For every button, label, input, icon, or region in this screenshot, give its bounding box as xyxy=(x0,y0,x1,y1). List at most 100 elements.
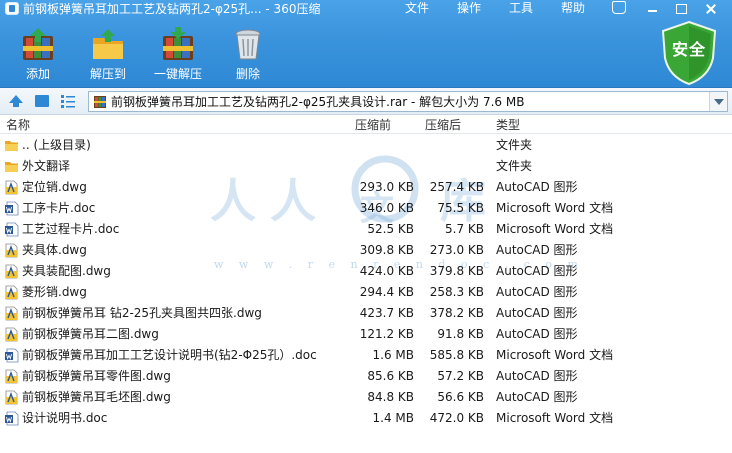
file-row[interactable]: 前钢板弹簧吊耳加工工艺设计说明书(钻2-Φ25孔）.doc 1.6 MB 585.8… xyxy=(0,345,732,366)
maximize-button[interactable] xyxy=(671,1,691,17)
minimize-button[interactable] xyxy=(643,1,663,17)
menu-tools[interactable]: 工具 xyxy=(509,0,533,18)
file-name: 前钢板弹簧吊耳加工工艺设计说明书(钻2-Φ25孔）.doc xyxy=(22,348,317,362)
folder-icon xyxy=(5,162,18,172)
file-name: 设计说明书.doc xyxy=(22,411,108,425)
file-name: 前钢板弹簧吊耳零件图.dwg xyxy=(22,369,171,383)
file-type: AutoCAD 图形 xyxy=(496,264,578,278)
file-row[interactable]: 前钢板弹簧吊耳毛坯图.dwg 84.8 KB 56.6 KB AutoCAD 图形 xyxy=(0,387,732,408)
word-document-icon xyxy=(5,348,19,363)
column-header-name[interactable]: 名称 xyxy=(6,116,30,134)
file-packed-size: 379.8 KB xyxy=(429,264,484,278)
file-row[interactable]: 前钢板弹簧吊耳零件图.dwg 85.6 KB 57.2 KB AutoCAD 图形 xyxy=(0,366,732,387)
security-shield-button[interactable]: 安全 xyxy=(660,20,718,86)
autocad-file-icon xyxy=(5,243,18,258)
column-header-size[interactable]: 压缩前 xyxy=(355,116,391,134)
chevron-down-icon[interactable] xyxy=(709,92,727,111)
close-button[interactable] xyxy=(701,1,721,17)
add-button[interactable]: 添加 xyxy=(3,24,73,84)
file-packed-size: 472.0 KB xyxy=(429,411,484,425)
file-type: Microsoft Word 文档 xyxy=(496,411,614,425)
file-packed-size: 91.8 KB xyxy=(437,327,484,341)
list-header: 名称 压缩前 压缩后 类型 xyxy=(0,116,732,134)
file-row[interactable]: 前钢板弹簧吊耳 钻2-25孔夹具图共四张.dwg 423.7 KB 378.2 KB… xyxy=(0,303,732,324)
file-row[interactable]: 设计说明书.doc 1.4 MB 472.0 KB Microsoft Word 文档 xyxy=(0,408,732,429)
list-view-icon[interactable] xyxy=(60,93,76,109)
trash-icon xyxy=(235,29,261,60)
word-document-icon xyxy=(5,201,19,216)
one-click-extract-button-label: 一键解压 xyxy=(153,67,202,81)
file-packed-size: 273.0 KB xyxy=(429,243,484,257)
file-name: 前钢板弹簧吊耳二图.dwg xyxy=(22,327,159,341)
file-packed-size: 57.2 KB xyxy=(437,369,484,383)
file-type: AutoCAD 图形 xyxy=(496,390,578,404)
file-type: AutoCAD 图形 xyxy=(496,180,578,194)
menu-operation[interactable]: 操作 xyxy=(457,0,481,18)
file-row[interactable]: 工艺过程卡片.doc 52.5 KB 5.7 KB Microsoft Word 文档 xyxy=(0,219,732,240)
skin-shirt-icon[interactable] xyxy=(612,1,626,14)
file-name: 夹具体.dwg xyxy=(22,243,87,257)
file-size: 1.6 MB xyxy=(372,348,414,362)
file-packed-size: 75.5 KB xyxy=(437,201,484,215)
file-name: 前钢板弹簧吊耳毛坯图.dwg xyxy=(22,390,171,404)
path-field[interactable]: 前钢板弹簧吊耳加工工艺及钻两孔2-φ25孔夹具设计.rar - 解包大小为 7.… xyxy=(88,91,728,112)
file-row[interactable]: .. (上级目录) 文件夹 xyxy=(0,135,732,156)
file-packed-size: 378.2 KB xyxy=(429,306,484,320)
file-type: Microsoft Word 文档 xyxy=(496,348,614,362)
one-click-extract-icon xyxy=(163,27,193,60)
file-type: AutoCAD 图形 xyxy=(496,327,578,341)
file-name: 外文翻译 xyxy=(22,159,71,173)
file-type: AutoCAD 图形 xyxy=(496,243,578,257)
extract-to-button[interactable]: 解压到 xyxy=(73,24,143,84)
file-row[interactable]: 菱形销.dwg 294.4 KB 258.3 KB AutoCAD 图形 xyxy=(0,282,732,303)
file-size: 424.0 KB xyxy=(359,264,414,278)
menu-file[interactable]: 文件 xyxy=(405,0,429,18)
file-list: .. (上级目录) 文件夹 外文翻译 文件夹 定位销.dwg 293.0 KB 257.4 … xyxy=(0,135,732,453)
file-row[interactable]: 夹具装配图.dwg 424.0 KB 379.8 KB AutoCAD 图形 xyxy=(0,261,732,282)
word-document-icon xyxy=(5,222,19,237)
file-type: 文件夹 xyxy=(496,138,533,152)
add-books-icon xyxy=(23,28,53,60)
menu-help[interactable]: 帮助 xyxy=(561,0,585,18)
delete-button[interactable]: 删除 xyxy=(213,24,283,84)
file-name: 工序卡片.doc xyxy=(22,201,96,215)
file-size xyxy=(350,135,414,156)
folder-icon xyxy=(5,141,18,151)
autocad-file-icon xyxy=(5,390,18,405)
one-click-extract-button[interactable]: 一键解压 xyxy=(143,24,213,84)
up-arrow-icon[interactable] xyxy=(8,93,24,109)
file-packed-size: 257.4 KB xyxy=(429,180,484,194)
extract-folder-icon xyxy=(93,29,123,59)
large-icon-view-icon[interactable] xyxy=(34,93,50,109)
shield-label: 安全 xyxy=(671,40,706,59)
file-size: 423.7 KB xyxy=(359,306,414,320)
file-type: AutoCAD 图形 xyxy=(496,306,578,320)
file-size: 1.4 MB xyxy=(372,411,414,425)
column-header-type[interactable]: 类型 xyxy=(496,116,520,134)
file-row[interactable]: 前钢板弹簧吊耳二图.dwg 121.2 KB 91.8 KB AutoCAD 图形 xyxy=(0,324,732,345)
file-size: 294.4 KB xyxy=(359,285,414,299)
file-packed-size: 5.7 KB xyxy=(445,222,484,236)
file-packed-size xyxy=(420,135,484,156)
address-bar: 前钢板弹簧吊耳加工工艺及钻两孔2-φ25孔夹具设计.rar - 解包大小为 7.… xyxy=(0,88,732,115)
file-packed-size: 258.3 KB xyxy=(429,285,484,299)
file-row[interactable]: 工序卡片.doc 346.0 KB 75.5 KB Microsoft Word 文档 xyxy=(0,198,732,219)
file-name: .. (上级目录) xyxy=(22,138,91,152)
file-packed-size: 56.6 KB xyxy=(437,390,484,404)
autocad-file-icon xyxy=(5,369,18,384)
file-row[interactable]: 夹具体.dwg 309.8 KB 273.0 KB AutoCAD 图形 xyxy=(0,240,732,261)
file-row[interactable]: 外文翻译 文件夹 xyxy=(0,156,732,177)
file-size: 84.8 KB xyxy=(367,390,414,404)
file-size xyxy=(350,156,414,177)
autocad-file-icon xyxy=(5,264,18,279)
add-button-label: 添加 xyxy=(25,67,50,81)
window-title: 前钢板弹簧吊耳加工工艺及钻两孔2-φ25孔... - 360压缩 xyxy=(23,2,321,16)
file-size: 293.0 KB xyxy=(359,180,414,194)
file-type: Microsoft Word 文档 xyxy=(496,201,614,215)
archive-path-text: 前钢板弹簧吊耳加工工艺及钻两孔2-φ25孔夹具设计.rar - 解包大小为 7.… xyxy=(111,95,525,109)
column-header-packed[interactable]: 压缩后 xyxy=(425,116,461,134)
file-size: 85.6 KB xyxy=(367,369,414,383)
file-row[interactable]: 定位销.dwg 293.0 KB 257.4 KB AutoCAD 图形 xyxy=(0,177,732,198)
file-name: 定位销.dwg xyxy=(22,180,87,194)
file-packed-size xyxy=(420,156,484,177)
